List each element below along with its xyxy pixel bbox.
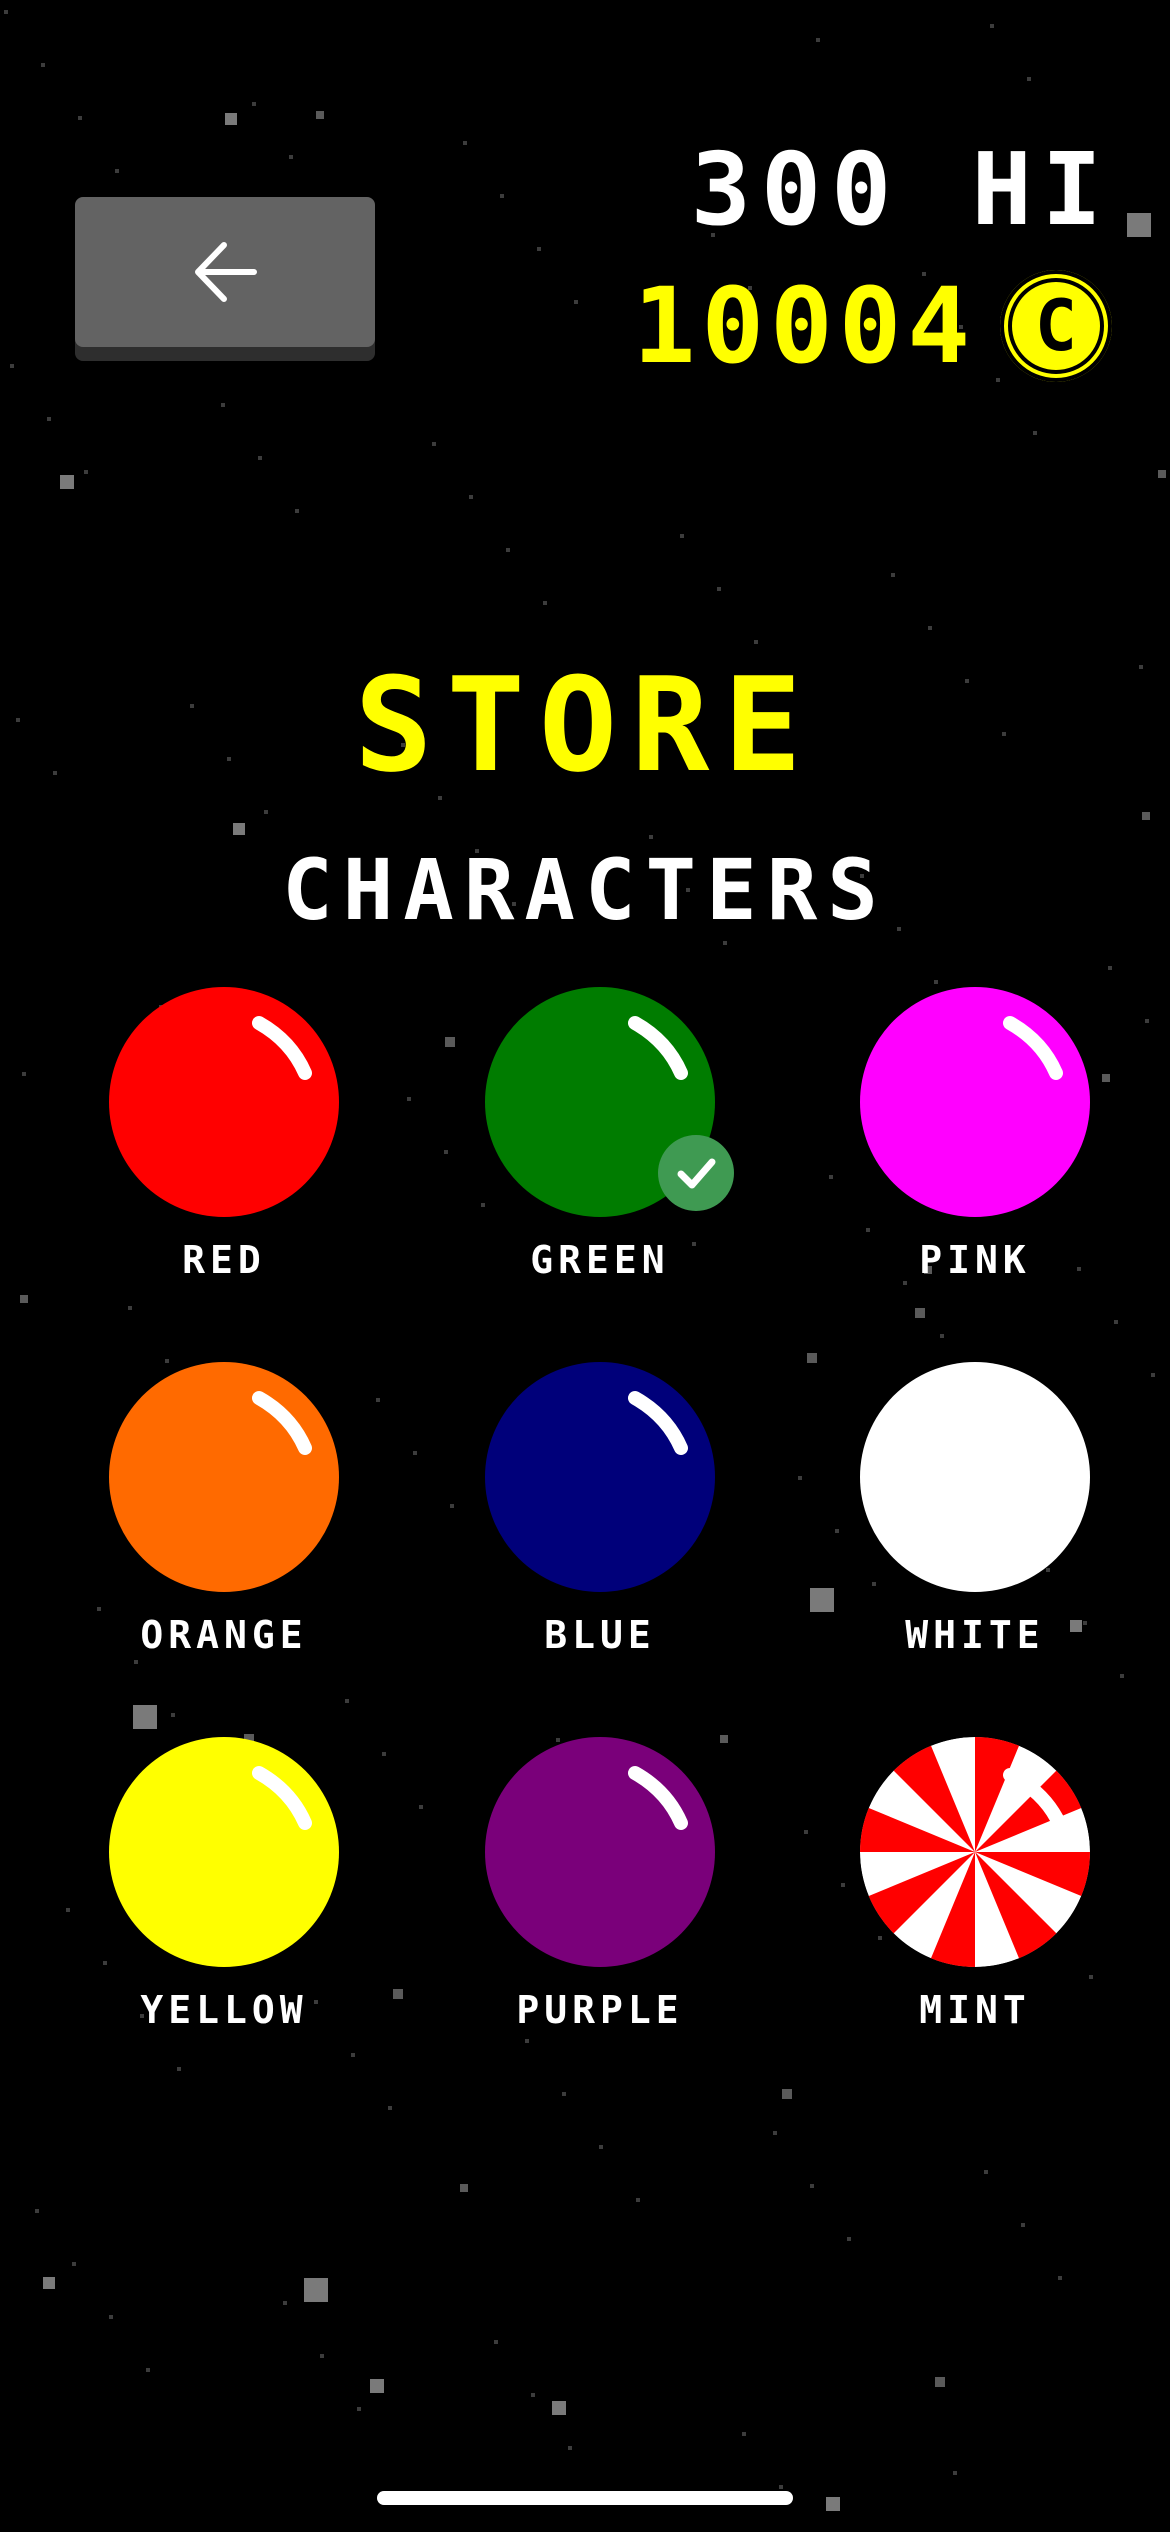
peppermint-ball-icon	[860, 1737, 1090, 1967]
character-orange[interactable]: ORANGE	[74, 1362, 374, 1682]
character-purple[interactable]: PURPLE	[450, 1737, 750, 2057]
character-label: ORANGE	[140, 1613, 308, 1657]
character-label: YELLOW	[140, 1988, 308, 2032]
character-label: RED	[182, 1238, 266, 1282]
selected-badge	[658, 1135, 734, 1211]
ball-icon	[860, 987, 1090, 1217]
checkmark-icon	[677, 1158, 716, 1189]
home-indicator[interactable]	[377, 2491, 793, 2505]
character-red[interactable]: RED	[74, 987, 374, 1307]
character-label: PURPLE	[516, 1988, 684, 2032]
character-mint[interactable]: MINT	[825, 1737, 1125, 2057]
character-pink[interactable]: PINK	[825, 987, 1125, 1307]
character-white[interactable]: WHITE	[825, 1362, 1125, 1682]
ball-icon	[485, 1362, 715, 1592]
character-blue[interactable]: BLUE	[450, 1362, 750, 1682]
character-label: WHITE	[905, 1613, 1045, 1657]
ball-icon	[109, 1737, 339, 1967]
character-label: GREEN	[530, 1238, 670, 1282]
ball-icon	[860, 1362, 1090, 1592]
character-yellow[interactable]: YELLOW	[74, 1737, 374, 2057]
character-label: BLUE	[544, 1613, 656, 1657]
character-grid: RED GREEN PINK ORANGE BLUE WHITE YELLOW …	[0, 0, 1170, 2532]
character-label: MINT	[919, 1988, 1031, 2032]
ball-icon	[109, 1362, 339, 1592]
ball-icon	[109, 987, 339, 1217]
character-label: PINK	[919, 1238, 1031, 1282]
ball-icon	[485, 1737, 715, 1967]
character-green[interactable]: GREEN	[450, 987, 750, 1307]
